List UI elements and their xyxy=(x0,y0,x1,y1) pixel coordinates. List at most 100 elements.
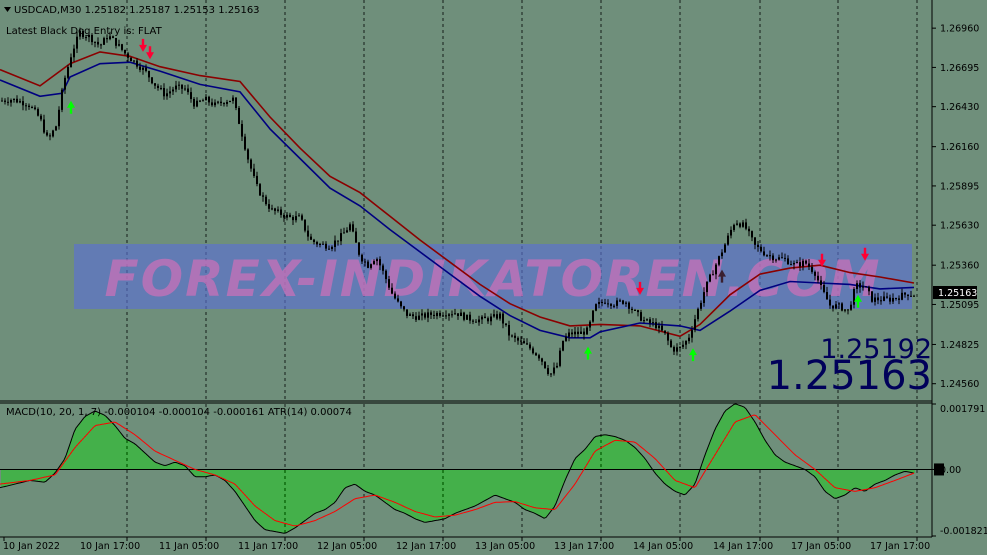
current-price-value: 1.25163 xyxy=(938,288,977,299)
y-tick-label: 1.25630 xyxy=(940,221,979,232)
candle-body xyxy=(820,280,822,285)
candle-body xyxy=(826,292,828,300)
candle-body xyxy=(655,322,657,329)
candle-body xyxy=(886,296,888,298)
candle-body xyxy=(226,102,228,104)
candle-body xyxy=(559,350,561,366)
candle-body xyxy=(856,283,858,289)
candle-body xyxy=(487,318,489,322)
candle-body xyxy=(10,100,12,103)
candle-body xyxy=(787,258,789,265)
candle-body xyxy=(295,216,297,221)
candle-body xyxy=(304,219,306,231)
candle-body xyxy=(205,96,207,101)
candle-body xyxy=(301,215,303,220)
candle-body xyxy=(541,358,543,362)
candle-body xyxy=(253,168,255,176)
candle-body xyxy=(346,230,348,233)
candle-body xyxy=(505,323,507,325)
y-tick-label: 1.26960 xyxy=(940,24,979,35)
candle-body xyxy=(103,38,105,45)
y-tick-label: 1.26430 xyxy=(940,102,979,113)
candle-body xyxy=(166,93,168,97)
candle-body xyxy=(556,365,558,368)
candle-body xyxy=(151,77,153,84)
candle-body xyxy=(94,41,96,43)
candle-body xyxy=(235,97,237,108)
candle-body xyxy=(724,244,726,253)
candle-body xyxy=(691,330,693,338)
candle-body xyxy=(853,289,855,305)
candle-body xyxy=(400,301,402,307)
candle-body xyxy=(460,312,462,316)
candle-body xyxy=(313,239,315,242)
candle-body xyxy=(526,343,528,345)
candle-body xyxy=(73,48,75,58)
candle-body xyxy=(814,271,816,276)
candle-body xyxy=(64,77,66,90)
candle-body xyxy=(760,246,762,252)
candle-body xyxy=(124,49,126,54)
candle-body xyxy=(274,208,276,211)
candle-body xyxy=(871,291,873,302)
candle-body xyxy=(58,109,60,127)
candle-body xyxy=(427,312,429,318)
candle-body xyxy=(649,319,651,323)
candle-body xyxy=(589,321,591,328)
candle-body xyxy=(298,215,300,217)
candle-body xyxy=(388,279,390,288)
candle-body xyxy=(808,263,810,267)
candle-body xyxy=(664,330,666,334)
candle-body xyxy=(412,314,414,317)
candle-body xyxy=(457,313,459,316)
candle-body xyxy=(538,355,540,359)
candle-body xyxy=(133,60,135,62)
candle-body xyxy=(67,67,69,78)
candle-body xyxy=(139,66,141,70)
candle-body xyxy=(262,195,264,197)
candle-body xyxy=(265,196,267,205)
bid-price-large: 1.25163 xyxy=(767,353,932,399)
candle-body xyxy=(763,251,765,256)
candle-body xyxy=(535,353,537,356)
candle-body xyxy=(475,321,477,323)
candle-body xyxy=(289,214,291,217)
y-tick-label: 1.25895 xyxy=(940,181,979,192)
candle-body xyxy=(49,135,51,137)
candle-body xyxy=(100,44,102,46)
candle-body xyxy=(469,314,471,321)
candle-body xyxy=(601,302,603,303)
candle-body xyxy=(745,222,747,229)
candle-body xyxy=(823,284,825,292)
candle-body xyxy=(667,333,669,341)
candle-body xyxy=(16,98,18,103)
candle-body xyxy=(463,312,465,320)
candle-body xyxy=(76,36,78,49)
candle-body xyxy=(145,67,147,71)
candle-body xyxy=(1,100,3,102)
candle-body xyxy=(337,240,339,242)
candle-body xyxy=(523,341,525,344)
macd-y-tick-label: 0.001791 xyxy=(940,404,985,415)
candle-body xyxy=(802,260,804,267)
trading-chart[interactable]: FOREX-INDIKATOREN.COM USDCAD,M30 1.25182… xyxy=(0,0,987,555)
candle-body xyxy=(835,304,837,309)
candle-body xyxy=(424,313,426,318)
candle-body xyxy=(343,232,345,234)
y-tick-label: 1.24825 xyxy=(940,340,979,351)
x-tick-label: 17 Jan 17:00 xyxy=(870,541,930,552)
candle-body xyxy=(688,337,690,342)
candle-body xyxy=(544,361,546,369)
candle-body xyxy=(595,304,597,311)
candle-body xyxy=(634,310,636,311)
candle-body xyxy=(34,107,36,110)
candle-body xyxy=(349,224,351,231)
candle-body xyxy=(709,274,711,282)
candle-body xyxy=(721,252,723,257)
candle-body xyxy=(31,107,33,108)
candle-body xyxy=(391,287,393,294)
candle-body xyxy=(874,297,876,302)
candle-body xyxy=(877,297,879,301)
candle-body xyxy=(766,255,768,257)
candle-body xyxy=(454,313,456,315)
